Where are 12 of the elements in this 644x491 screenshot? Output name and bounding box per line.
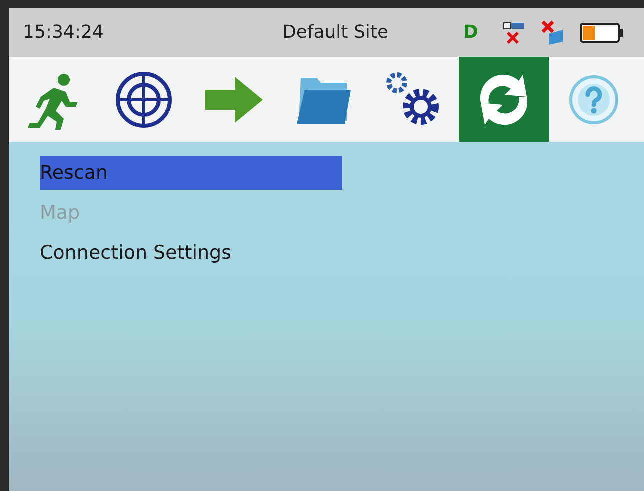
mode-indicator: D bbox=[462, 21, 480, 45]
disconnected-network-icon bbox=[540, 20, 566, 46]
site-name: Default Site bbox=[281, 21, 390, 45]
help-icon bbox=[568, 74, 620, 126]
refresh-tab[interactable] bbox=[459, 57, 549, 142]
menu-item[interactable]: Rescan bbox=[40, 156, 342, 190]
right-arrow-icon bbox=[203, 74, 265, 124]
disconnected-device-icon bbox=[502, 20, 526, 46]
clock-time: 15:34:24 bbox=[23, 21, 105, 45]
battery-icon bbox=[580, 22, 624, 44]
menu-item[interactable]: Connection Settings bbox=[40, 236, 342, 270]
crosshair-icon bbox=[114, 70, 174, 130]
